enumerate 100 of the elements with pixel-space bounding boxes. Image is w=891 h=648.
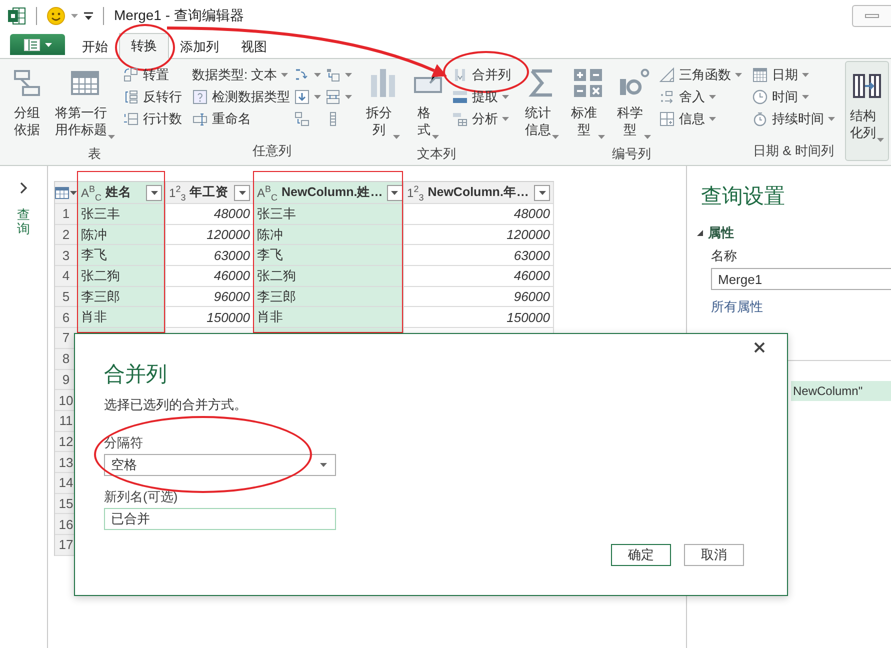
caret-icon bbox=[877, 138, 884, 142]
table-cell: 李三郎 bbox=[254, 286, 404, 308]
ribbon-tab[interactable]: 视图 bbox=[230, 35, 278, 59]
window-title: Merge1 - 查询编辑器 bbox=[114, 7, 245, 25]
column-header[interactable]: A$^{B}$$_{C}$ NewColumn.姓… bbox=[254, 182, 404, 204]
caret-icon bbox=[538, 190, 546, 194]
caret-icon bbox=[432, 134, 438, 139]
caret-icon bbox=[320, 463, 327, 467]
ribbon-tab[interactable]: 添加列 bbox=[169, 35, 230, 59]
filter-button[interactable] bbox=[534, 184, 550, 200]
row-number: 2 bbox=[55, 224, 78, 246]
queries-pane-label[interactable]: 查询 bbox=[17, 208, 30, 237]
grouping-icon bbox=[11, 67, 43, 99]
row-count-icon bbox=[123, 110, 139, 126]
chevron-right-icon[interactable] bbox=[20, 182, 28, 194]
table-menu-button[interactable] bbox=[55, 182, 78, 204]
table-cell: 150000 bbox=[404, 307, 554, 328]
ribbon-button[interactable] bbox=[294, 109, 310, 128]
customize-menu-icon[interactable] bbox=[84, 12, 93, 20]
smiley-icon[interactable] bbox=[47, 7, 65, 25]
table-cell: 李飞 bbox=[78, 245, 166, 266]
ribbon-button[interactable]: 拆分列 bbox=[362, 63, 404, 143]
ribbon-button[interactable]: 行计数 bbox=[123, 109, 182, 128]
file-menu-button[interactable] bbox=[10, 34, 65, 55]
ribbon-tab[interactable]: 开始 bbox=[71, 35, 119, 59]
ribbon-button[interactable]: 结构化列 bbox=[846, 66, 888, 160]
ribbon-button[interactable]: 重命名 bbox=[192, 109, 251, 128]
applied-step[interactable]: NewColumn" bbox=[791, 381, 891, 401]
replace-values-icon bbox=[294, 66, 310, 82]
ribbon-button[interactable]: 转置 bbox=[123, 65, 169, 84]
row-number: 6 bbox=[55, 307, 78, 328]
move-column-icon bbox=[325, 66, 341, 82]
extract-icon bbox=[452, 88, 468, 104]
ribbon-button[interactable]: 分组依据 bbox=[7, 63, 47, 143]
caret-icon bbox=[391, 190, 398, 194]
dialog-button[interactable]: 取消 bbox=[684, 544, 744, 566]
ribbon-button[interactable]: 检测数据类型 bbox=[192, 87, 290, 106]
row-number: 1 bbox=[55, 204, 78, 225]
ribbon-tab[interactable]: 转换 bbox=[119, 33, 169, 59]
separator-dropdown[interactable]: 空格 bbox=[104, 454, 336, 476]
table-cell: 李飞 bbox=[254, 245, 404, 266]
arithmetic-icon bbox=[572, 67, 604, 99]
all-properties-link[interactable]: 所有属性 bbox=[711, 298, 763, 316]
ribbon-button[interactable]: 数据类型: 文本 bbox=[192, 65, 288, 84]
ribbon-button[interactable]: 统计信息 bbox=[521, 63, 563, 143]
document-icon bbox=[24, 38, 40, 50]
caret-icon bbox=[709, 94, 716, 98]
caret-icon bbox=[709, 116, 716, 120]
ribbon-button[interactable] bbox=[325, 87, 352, 106]
collapse-triangle-icon[interactable] bbox=[697, 230, 703, 236]
filter-button[interactable] bbox=[146, 184, 162, 200]
stopwatch-icon bbox=[752, 110, 768, 126]
table-cell: 张二狗 bbox=[254, 266, 404, 287]
caret-icon bbox=[502, 94, 509, 98]
caret-icon bbox=[70, 190, 77, 194]
caret-icon bbox=[314, 94, 321, 98]
column-header[interactable]: A$^{B}$$_{C}$ 姓名 bbox=[78, 182, 166, 204]
ribbon-button[interactable]: 日期 bbox=[752, 65, 809, 84]
table-cell: 肖非 bbox=[254, 307, 404, 328]
ribbon-button[interactable]: 标准型 bbox=[567, 63, 609, 143]
ribbon-button[interactable]: 分析 bbox=[452, 109, 509, 128]
table-cell: 张三丰 bbox=[254, 204, 404, 225]
table-cell: 46000 bbox=[404, 266, 554, 287]
ribbon-button[interactable]: 持续时间 bbox=[752, 109, 835, 128]
ribbon-button[interactable]: 反转行 bbox=[123, 87, 182, 106]
field-label: 新列名(可选) bbox=[104, 488, 179, 506]
ribbon-button[interactable]: 信息 bbox=[659, 109, 716, 128]
row-number: 4 bbox=[55, 266, 78, 287]
rounding-icon bbox=[659, 88, 675, 104]
ribbon-button[interactable]: 合并列 bbox=[452, 65, 511, 84]
dialog-button[interactable]: 确定 bbox=[611, 544, 671, 566]
pivot-icon bbox=[294, 110, 310, 126]
caret-icon bbox=[150, 190, 158, 194]
close-icon[interactable] bbox=[754, 342, 765, 353]
ribbon-button[interactable]: 将第一行用作标题 bbox=[51, 63, 119, 143]
caret-icon bbox=[802, 72, 809, 76]
ribbon-button[interactable]: 科学型 bbox=[613, 63, 655, 143]
column-header[interactable]: 1$^{2}$$_{3}$ NewColumn.年… bbox=[404, 182, 554, 204]
column-name: NewColumn.姓… bbox=[282, 184, 383, 201]
merge-columns-icon bbox=[452, 66, 468, 82]
fill-down-icon bbox=[294, 88, 310, 104]
column-name-input-field[interactable]: 已合并 bbox=[104, 508, 336, 530]
caret-icon bbox=[238, 190, 246, 194]
ribbon-button[interactable]: 三角函数 bbox=[659, 65, 742, 84]
filter-button[interactable] bbox=[386, 184, 403, 200]
filter-button[interactable] bbox=[234, 184, 250, 200]
row-number: 5 bbox=[55, 286, 78, 308]
name-input-field[interactable]: Merge1 bbox=[711, 268, 891, 290]
caret-icon bbox=[345, 94, 352, 98]
caret-icon bbox=[828, 116, 835, 120]
caret-icon bbox=[802, 94, 809, 98]
dialog-title: 合并列 bbox=[104, 362, 168, 388]
ribbon-button[interactable]: 时间 bbox=[752, 87, 809, 106]
ribbon-button[interactable] bbox=[294, 87, 321, 106]
minimize-button[interactable] bbox=[852, 5, 891, 27]
ribbon-button[interactable]: 提取 bbox=[452, 87, 509, 106]
caret-icon bbox=[281, 72, 288, 76]
ribbon-button[interactable]: 舍入 bbox=[659, 87, 716, 106]
column-header[interactable]: 1$^{2}$$_{3}$ 年工资 bbox=[166, 182, 254, 204]
field-label: 分隔符 bbox=[104, 434, 144, 452]
